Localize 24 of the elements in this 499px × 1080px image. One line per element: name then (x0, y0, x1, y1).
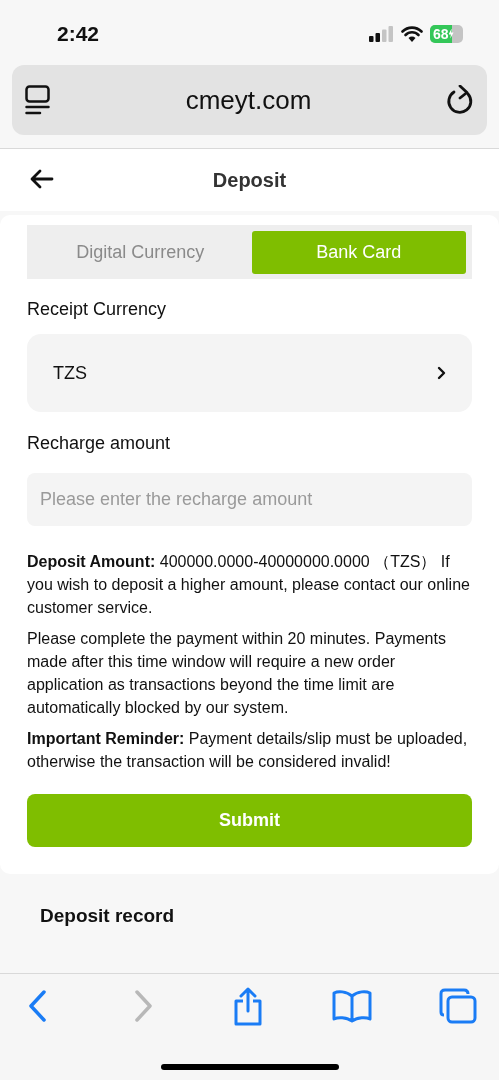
notice-text: Please complete the payment within 20 minutes. Payments made after this time window will require a new order application as transactions beyond the time limit are automatically blocked by our system. (27, 629, 447, 718)
currency-select[interactable]: TZS (27, 334, 472, 412)
status-time: 2:42 (57, 20, 100, 47)
tab[interactable]: Bank Card (251, 230, 466, 274)
reader-icon[interactable] (25, 85, 51, 115)
book-icon[interactable] (332, 989, 372, 1023)
section-title: Deposit record (40, 905, 175, 926)
notice-text: Important Reminder: Payment details/slip must be uploaded, otherwise the transaction will be considered invalid! (27, 729, 469, 772)
back-arrow-icon[interactable] (30, 169, 54, 189)
submit-button[interactable]: Submit (27, 794, 472, 847)
wifi-icon (401, 25, 423, 42)
notice-text: Deposit Amount: 400000.0000-40000000.0000 （TZS） If you wish to deposit a higher amount, please contact our online customer service. (27, 552, 471, 618)
tabs-icon[interactable] (439, 988, 477, 1024)
battery-percentage: 68 (432, 26, 449, 41)
field-label: Receipt Currency (27, 298, 168, 321)
amount-input[interactable]: Please enter the recharge amount (27, 473, 472, 526)
address-bar[interactable]: cmeyt.com (12, 65, 487, 135)
signal-icon (369, 25, 394, 42)
page-title: Deposit (212, 168, 287, 193)
tab[interactable]: Digital Currency (33, 230, 248, 274)
field-label: Recharge amount (27, 432, 172, 455)
chevron-right-icon (437, 366, 446, 380)
reload-icon[interactable] (446, 85, 474, 115)
url-text: cmeyt.com (185, 83, 312, 117)
